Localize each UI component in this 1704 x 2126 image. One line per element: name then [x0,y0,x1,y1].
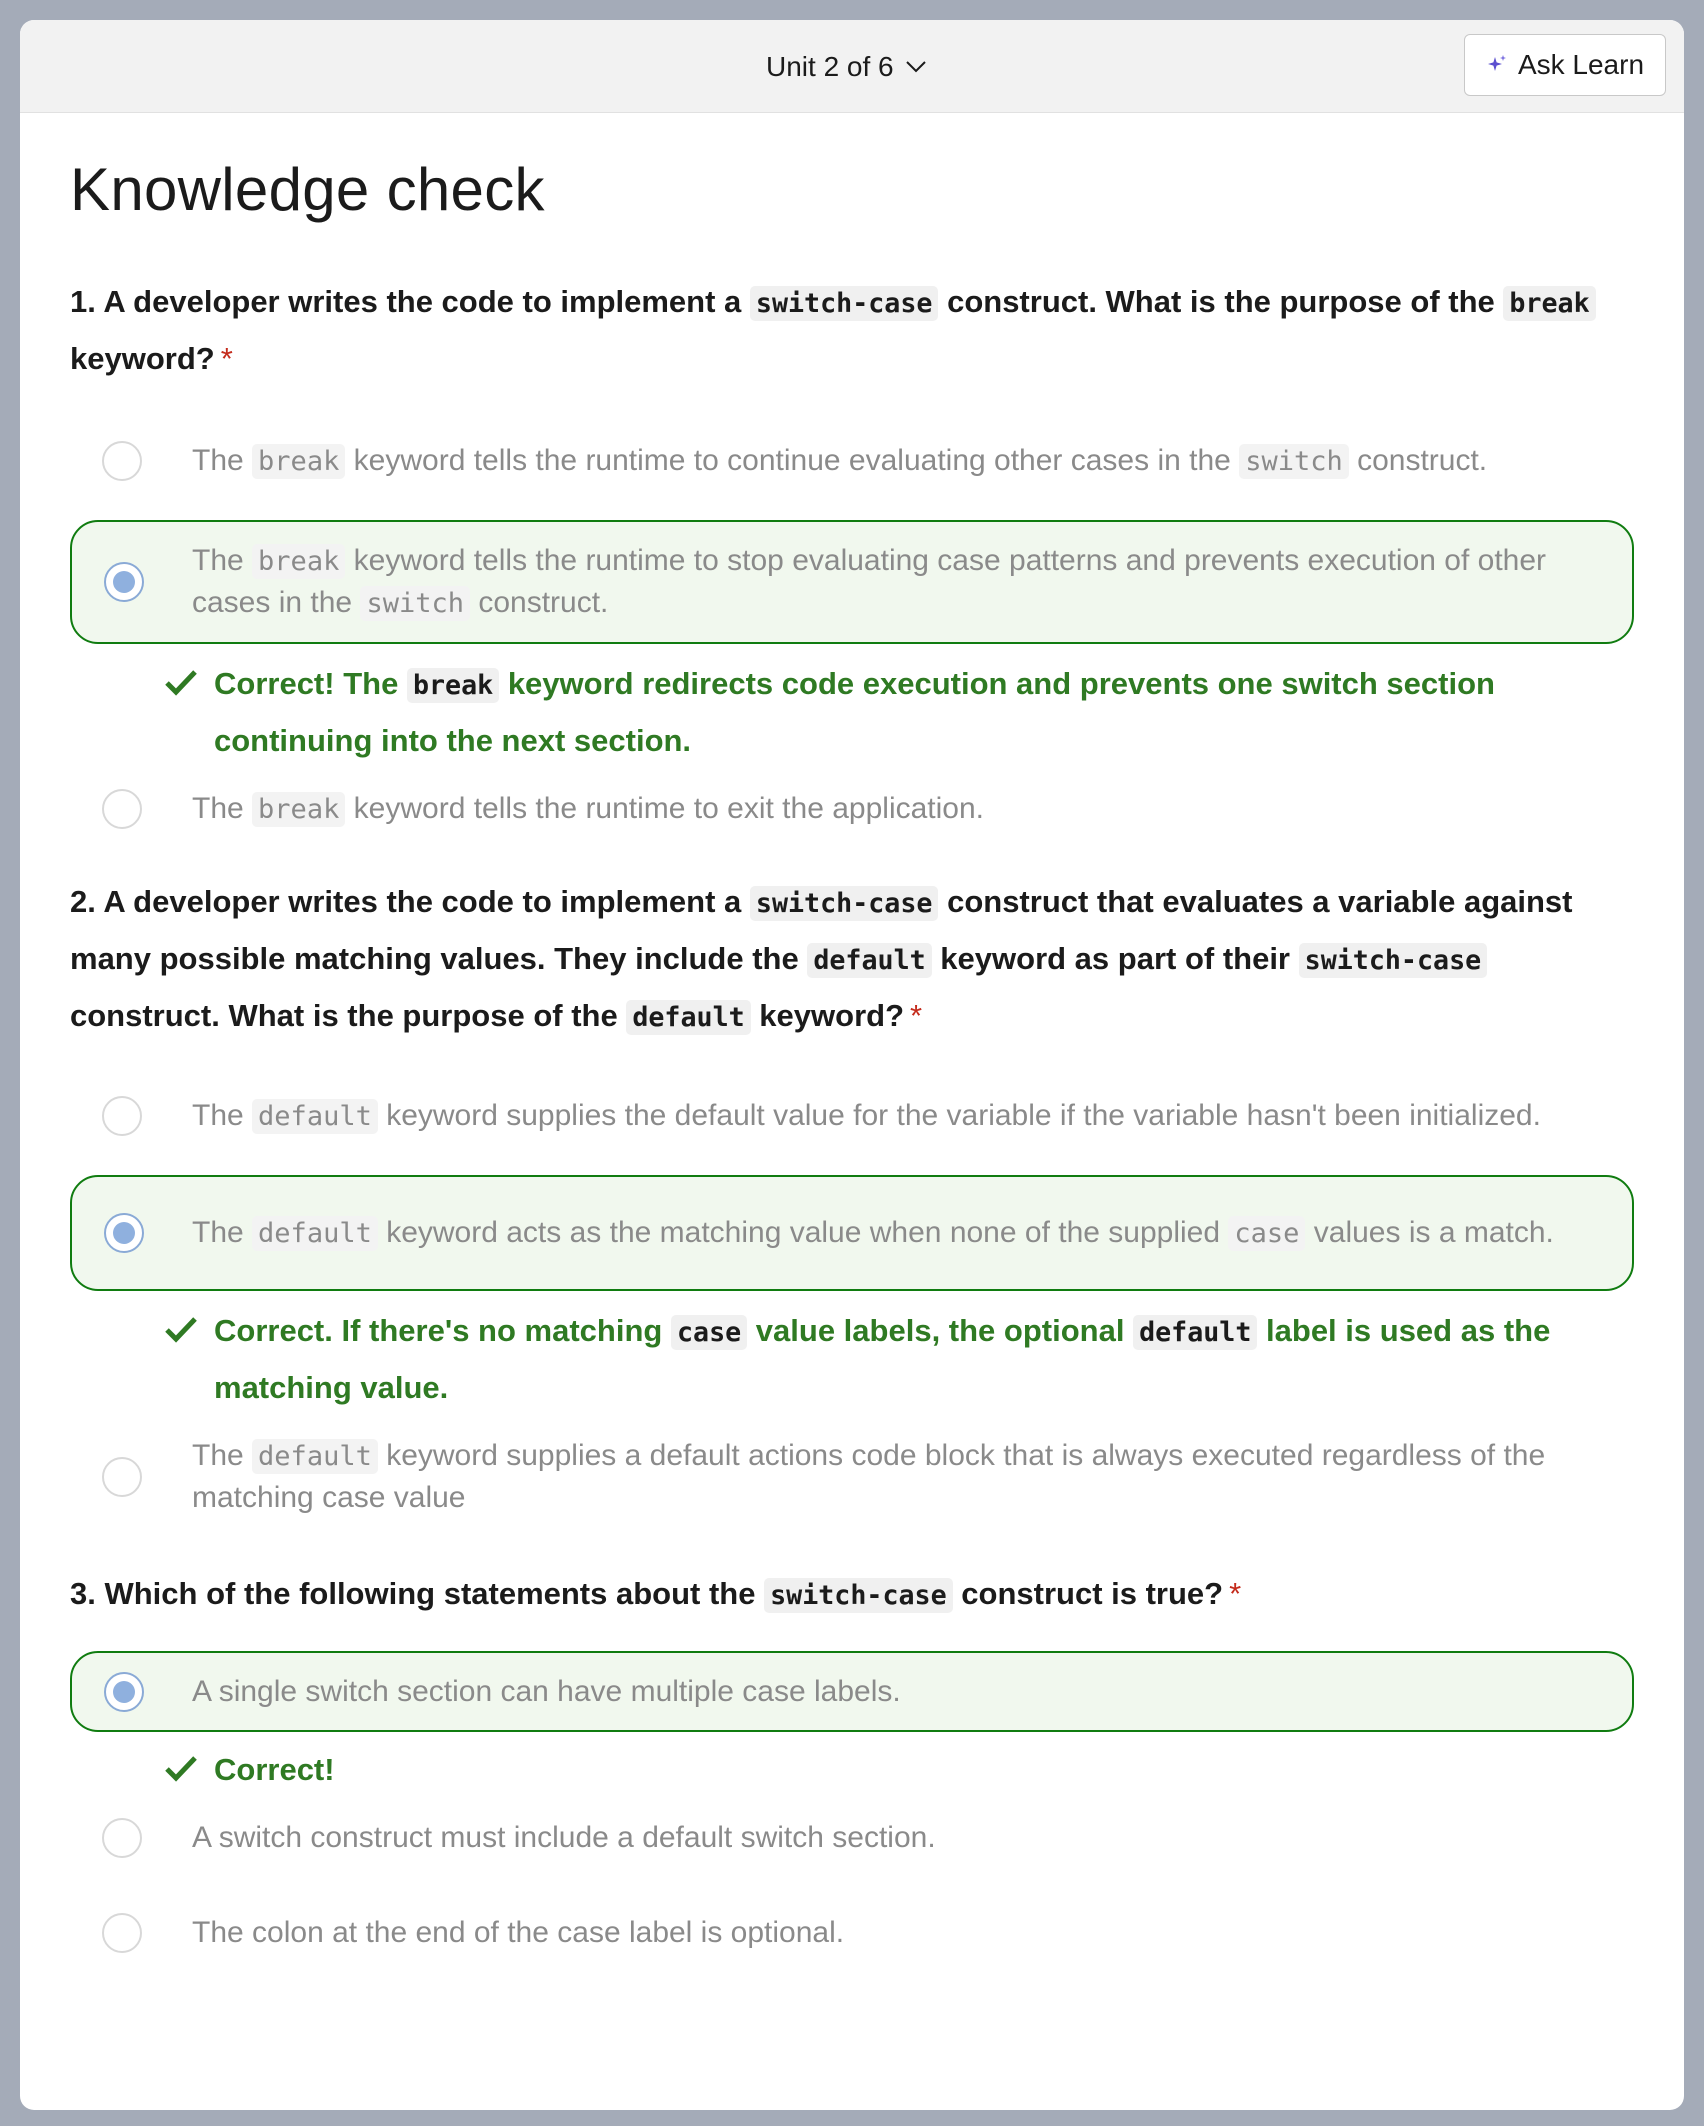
answer-option-label: The break keyword tells the runtime to c… [192,444,1488,479]
radio-button[interactable] [102,789,142,829]
answer-option-label: A switch construct must include a defaul… [192,1821,936,1854]
answer-option[interactable]: The default keyword supplies a default a… [70,1423,1634,1530]
required-asterisk: * [220,341,233,376]
checkmark-icon [164,1754,198,1784]
answer-option-label: The default keyword supplies the default… [192,1099,1541,1134]
sparkle-icon [1486,54,1508,76]
answer-option[interactable]: The break keyword tells the runtime to e… [70,776,1634,842]
answer-option[interactable]: The break keyword tells the runtime to c… [70,416,1634,506]
answer-option-label: The break keyword tells the runtime to e… [192,792,984,827]
code-token: default [807,943,932,978]
code-token: switch-case [764,1578,953,1613]
radio-button[interactable] [102,441,142,481]
unit-selector-dropdown[interactable]: Unit 2 of 6 [766,47,926,87]
correct-feedback: Correct! [70,1742,1634,1797]
radio-button[interactable] [102,1456,142,1497]
answer-option-label: The default keyword supplies a default a… [192,1439,1546,1514]
code-token: switch-case [749,886,939,921]
page-title: Knowledge check [70,156,545,223]
answer-option-label: A single switch section can have multipl… [192,1675,901,1708]
question-1-text: 1. A developer writes the code to implem… [70,274,1634,386]
answer-option-selected[interactable]: A single switch section can have multipl… [70,1651,1634,1732]
checkmark-icon [164,668,198,698]
radio-button-checked[interactable] [104,1213,144,1253]
code-token: switch-case [749,286,939,321]
knowledge-check-content: Knowledge check 1. A developer writes th… [70,113,1634,1965]
question-3-text: 3. Which of the following statements abo… [70,1576,1242,1613]
code-token: break [1503,286,1596,321]
ask-learn-label: Ask Learn [1517,49,1645,80]
required-asterisk: * [910,998,923,1033]
answer-option-label: The default keyword acts as the matching… [192,1216,1554,1251]
answer-option[interactable]: A switch construct must include a defaul… [70,1805,1634,1870]
answer-option[interactable]: The default keyword supplies the default… [70,1071,1634,1161]
radio-button[interactable] [102,1912,142,1953]
learn-module-window: Unit 2 of 6 Ask Learn Knowledge check 1.… [20,20,1684,2110]
question-2: 2. A developer writes the code to implem… [70,874,1634,1530]
correct-feedback: Correct! The break keyword redirects cod… [70,656,1634,768]
question-1: 1. A developer writes the code to implem… [70,274,1634,842]
required-asterisk: * [1229,1576,1242,1611]
answer-option-label: The break keyword tells the runtime to s… [192,544,1547,621]
question-2-text: 2. A developer writes the code to implem… [70,884,1573,1035]
correct-feedback: Correct. If there's no matching case val… [70,1303,1634,1415]
answer-option[interactable]: The colon at the end of the case label i… [70,1900,1634,1965]
code-token: switch-case [1298,943,1488,978]
answer-option-label: The colon at the end of the case label i… [192,1916,845,1949]
unit-label: Unit 2 of 6 [766,51,894,82]
checkmark-icon [164,1315,198,1345]
answer-option-selected[interactable]: The default keyword acts as the matching… [70,1175,1634,1291]
chevron-down-icon [905,61,926,73]
radio-button[interactable] [102,1817,142,1858]
code-token: default [626,1000,751,1035]
radio-button-checked[interactable] [104,562,144,602]
radio-button[interactable] [102,1096,142,1136]
radio-button-checked[interactable] [104,1671,144,1712]
module-header-bar: Unit 2 of 6 Ask Learn [20,20,1684,113]
ask-learn-button[interactable]: Ask Learn [1464,34,1666,96]
question-3: 3. Which of the following statements abo… [70,1566,1634,1965]
answer-option-selected[interactable]: The break keyword tells the runtime to s… [70,520,1634,644]
